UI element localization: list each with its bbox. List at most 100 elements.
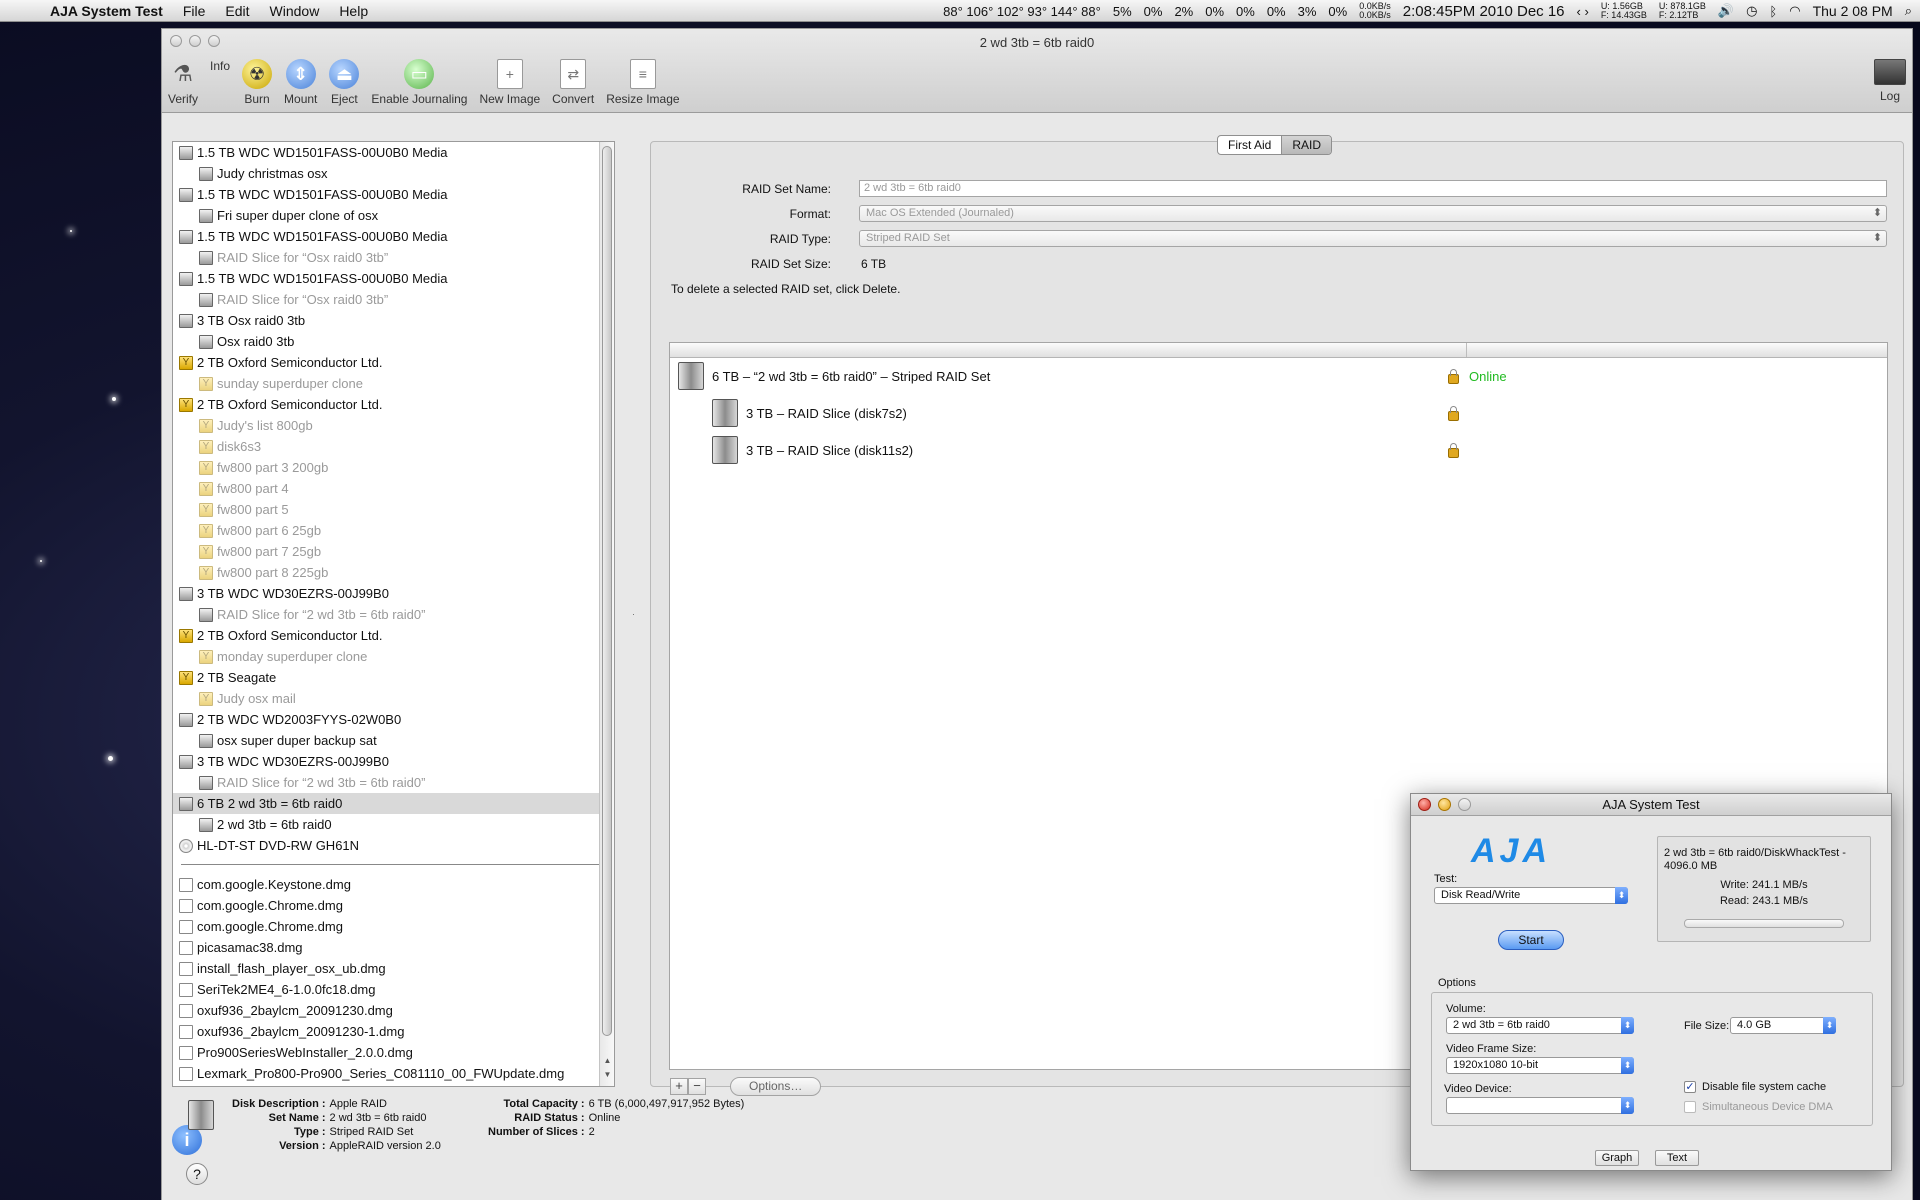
raid-slice-row[interactable]: 3 TB – RAID Slice (disk7s2) [670,398,1887,428]
frame-size-popup[interactable]: 1920x1080 10-bit ⬍ [1446,1057,1634,1074]
mount-button[interactable]: ⇕ Mount [278,59,323,106]
volume-popup[interactable]: 2 wd 3tb = 6tb raid0 ⬍ [1446,1017,1634,1034]
eject-button[interactable]: ⏏ Eject [323,59,365,106]
disable-cache-checkbox[interactable]: ✓ [1684,1081,1696,1093]
volume-item[interactable]: osx super duper backup sat [173,730,614,751]
network-readout[interactable]: 0.0KB/s 0.0KB/s [1359,2,1391,20]
volume-item[interactable]: Yfw800 part 8 225gb [173,562,614,583]
add-button[interactable]: + [670,1078,688,1095]
scroll-down-arrow[interactable]: ▼ [600,1070,614,1084]
bluetooth-icon[interactable]: ᛒ [1769,4,1777,19]
new-image-button[interactable]: + New Image [473,59,546,106]
volume-item[interactable]: RAID Slice for “Osx raid0 3tb” [173,247,614,268]
disk-readout[interactable]: U: 878.1GB F: 2.12TB [1659,2,1706,20]
tab-raid[interactable]: RAID [1281,136,1332,154]
temperature-readout[interactable]: 88° 106° 102° 93° 144° 88° [943,4,1101,19]
aja-minimize-button[interactable] [1438,798,1451,811]
raid-type-popup[interactable]: Striped RAID Set [859,230,1887,247]
disk-image-item[interactable]: oxuf936_2baylcm_20091230-1.dmg [173,1021,614,1042]
volume-item[interactable]: RAID Slice for “2 wd 3tb = 6tb raid0” [173,604,614,625]
aja-zoom-button[interactable] [1458,798,1471,811]
disk-item[interactable]: 6 TB 2 wd 3tb = 6tb raid0 [173,793,614,814]
disk-image-item[interactable]: SeriTek2ME4_6-1.0.0fc18.dmg [173,979,614,1000]
memory-readout[interactable]: U: 1.56GB F: 14.43GB [1601,2,1647,20]
time-machine-icon[interactable]: ◷ [1746,3,1757,19]
chevrons-icon[interactable]: ‹ › [1577,4,1589,19]
start-button[interactable]: Start [1498,930,1564,950]
disk-list-scrollbar[interactable]: ▲ ▼ [599,142,614,1086]
disk-item[interactable]: 1.5 TB WDC WD1501FASS-00U0B0 Media [173,184,614,205]
volume-icon[interactable]: 🔊 [1718,3,1734,19]
menu-app-name[interactable]: AJA System Test [40,3,173,19]
volume-item[interactable]: RAID Slice for “Osx raid0 3tb” [173,289,614,310]
volume-item[interactable]: Fri super duper clone of osx [173,205,614,226]
clock[interactable]: Thu 2 08 PM [1813,3,1893,19]
video-device-popup[interactable]: ⬍ [1446,1097,1634,1114]
splitter-handle[interactable]: · [632,609,635,619]
enable-journaling-button[interactable]: ▭ Enable Journaling [365,59,473,106]
volume-item[interactable]: RAID Slice for “2 wd 3tb = 6tb raid0” [173,772,614,793]
disk-image-item[interactable]: install_flash_player_osx_ub.dmg [173,958,614,979]
volume-item[interactable]: Y Judy osx mail [173,688,614,709]
disk-item[interactable]: 1.5 TB WDC WD1501FASS-00U0B0 Media [173,226,614,247]
disk-list[interactable]: 1.5 TB WDC WD1501FASS-00U0B0 Media Judy c… [172,141,615,1087]
help-button[interactable]: ? [186,1163,208,1185]
disk-item[interactable]: 1.5 TB WDC WD1501FASS-00U0B0 Media [173,142,614,163]
graph-button[interactable]: Graph [1595,1150,1639,1166]
disk-item[interactable]: Y 2 TB Seagate [173,667,614,688]
disk-image-item[interactable]: com.google.Keystone.dmg [173,874,614,895]
disk-item[interactable]: Y 2 TB Oxford Semiconductor Ltd. [173,394,614,415]
disk-item[interactable]: 1.5 TB WDC WD1501FASS-00U0B0 Media [173,268,614,289]
datetime-readout[interactable]: 2:08:45PM 2010 Dec 16 [1403,3,1565,20]
log-button[interactable]: Log [1874,59,1906,103]
spotlight-icon[interactable]: ⌕ [1905,3,1912,19]
format-popup[interactable]: Mac OS Extended (Journaled) [859,205,1887,222]
volume-item[interactable]: Yfw800 part 5 [173,499,614,520]
disk-image-item[interactable]: Lexmark_Pro800-Pro900_Series_C081110_00_… [173,1063,614,1084]
disk-item[interactable]: 3 TB Osx raid0 3tb [173,310,614,331]
resize-image-button[interactable]: ≡ Resize Image [600,59,685,106]
disk-item[interactable]: 3 TB WDC WD30EZRS-00J99B0 [173,751,614,772]
volume-item[interactable]: Osx raid0 3tb [173,331,614,352]
disk-image-item[interactable]: com.google.Chrome.dmg [173,916,614,937]
convert-button[interactable]: ⇄ Convert [546,59,600,106]
aja-close-button[interactable] [1418,798,1431,811]
menu-edit[interactable]: Edit [215,3,259,19]
volume-item[interactable]: Ymonday superduper clone [173,646,614,667]
volume-item[interactable]: Judy christmas osx [173,163,614,184]
menu-help[interactable]: Help [329,3,378,19]
disk-item[interactable]: Y 2 TB Oxford Semiconductor Ltd. [173,352,614,373]
disk-image-item[interactable]: com.google.Chrome.dmg [173,895,614,916]
disk-item[interactable]: HL-DT-ST DVD-RW GH61N [173,835,614,856]
raid-name-field[interactable]: 2 wd 3tb = 6tb raid0 [859,180,1887,197]
burn-button[interactable]: ☢ Burn [236,59,278,106]
file-size-popup[interactable]: 4.0 GB ⬍ [1730,1017,1836,1034]
volume-item[interactable]: Yfw800 part 7 25gb [173,541,614,562]
volume-item[interactable]: Yfw800 part 3 200gb [173,457,614,478]
disk-item[interactable]: 2 TB WDC WD2003FYYS-02W0B0 [173,709,614,730]
menu-file[interactable]: File [173,3,216,19]
disk-item[interactable]: 3 TB WDC WD30EZRS-00J99B0 [173,583,614,604]
remove-button[interactable]: − [688,1078,706,1095]
test-popup[interactable]: Disk Read/Write ⬍ [1434,887,1628,904]
options-button[interactable]: Options… [730,1077,822,1096]
raid-set-row[interactable]: 6 TB – “2 wd 3tb = 6tb raid0” – Striped … [670,361,1887,391]
disk-image-item[interactable]: Pro900SeriesWebInstaller_2.0.0.dmg [173,1042,614,1063]
volume-item[interactable]: 2 wd 3tb = 6tb raid0 [173,814,614,835]
volume-item[interactable]: Yfw800 part 6 25gb [173,520,614,541]
verify-button[interactable]: ⚗ Verify [162,59,204,106]
tab-first-aid[interactable]: First Aid [1218,136,1281,154]
volume-item[interactable]: Ysunday superduper clone [173,373,614,394]
disk-image-item[interactable]: picasamac38.dmg [173,937,614,958]
text-button[interactable]: Text [1655,1150,1699,1166]
scroll-up-arrow[interactable]: ▲ [600,1056,614,1070]
simultaneous-dma-checkbox[interactable] [1684,1101,1696,1113]
volume-item[interactable]: Yfw800 part 4 [173,478,614,499]
volume-item[interactable]: Y Judy's list 800gb [173,415,614,436]
info-button[interactable]: i Info [172,59,236,1155]
scrollbar-thumb[interactable] [602,146,612,1036]
volume-item[interactable]: Ydisk6s3 [173,436,614,457]
wifi-icon[interactable]: ◠ [1789,3,1800,19]
raid-slice-row[interactable]: 3 TB – RAID Slice (disk11s2) [670,435,1887,465]
disk-item[interactable]: Y 2 TB Oxford Semiconductor Ltd. [173,625,614,646]
